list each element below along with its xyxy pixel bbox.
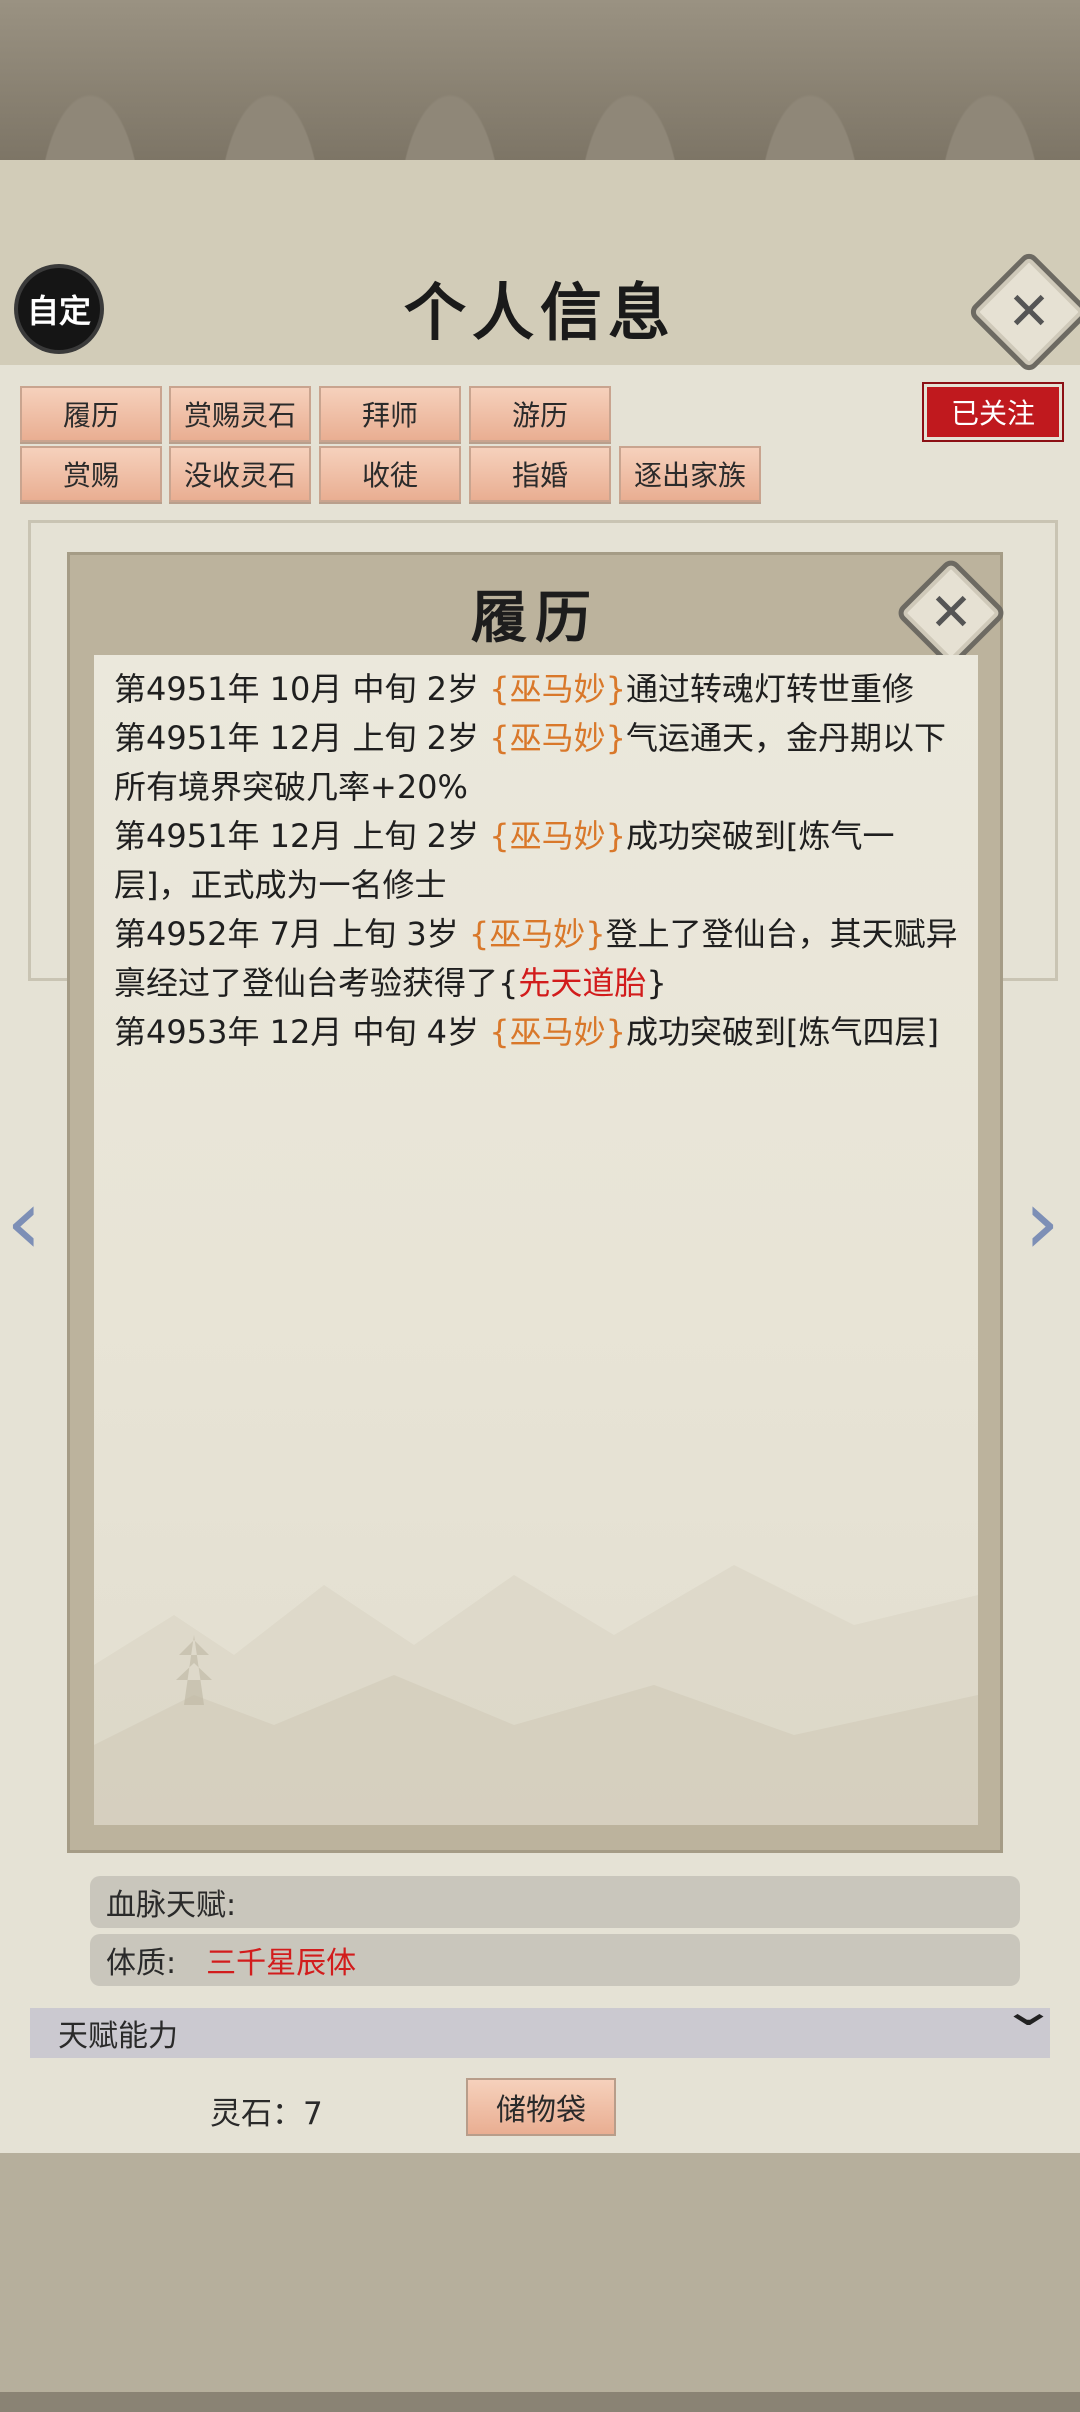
character-name: {巫马妙} [489, 670, 626, 708]
constitution-label: 体质: [106, 1946, 177, 1981]
take-disciple-button[interactable]: 收徒 [319, 446, 461, 502]
talent-section-title: 天赋能力 [58, 2019, 178, 2054]
chevron-down-icon[interactable]: ⌄ [999, 1985, 1058, 2036]
history-modal: 履历 ✕ 第4951年 10月 中旬 2岁 {巫马妙}通过转魂灯转世重修 第49… [70, 555, 1008, 1850]
expel-button[interactable]: 逐出家族 [619, 446, 761, 502]
footer-edge [0, 2392, 1080, 2412]
storage-bag-button[interactable]: 储物袋 [466, 2078, 616, 2136]
history-entry: 第4951年 12月 上旬 2岁 {巫马妙}成功突破到[炼气一层]，正式成为一名… [114, 817, 895, 904]
character-name: {巫马妙} [489, 1013, 626, 1051]
character-name: {巫马妙} [489, 719, 626, 757]
reward-stones-button[interactable]: 赏赐灵石 [169, 386, 311, 442]
footer-band [0, 2153, 1080, 2412]
apprentice-button[interactable]: 拜师 [319, 386, 461, 442]
history-entry: 第4953年 12月 中旬 4岁 {巫马妙}成功突破到[炼气四层] [114, 1013, 939, 1051]
spirit-stones-count: 灵石：7 [210, 2096, 323, 2132]
character-name: {巫马妙} [489, 817, 626, 855]
follow-button[interactable]: 已关注 [922, 382, 1064, 442]
bloodline-talent-label: 血脉天赋: [106, 1888, 237, 1923]
character-name: {巫马妙} [468, 915, 606, 953]
next-arrow-icon[interactable]: › [1024, 1170, 1060, 1275]
resume-button[interactable]: 履历 [20, 386, 162, 442]
constitution-row: 体质: 三千星辰体 [90, 1934, 1020, 1986]
prev-arrow-icon[interactable]: ‹ [6, 1170, 42, 1275]
top-decoration [0, 0, 1080, 166]
history-entry: 第4951年 12月 上旬 2岁 {巫马妙}气运通天，金丹期以下所有境界突破几率… [114, 719, 946, 806]
modal-title: 履历 [471, 585, 599, 651]
history-list: 第4951年 10月 中旬 2岁 {巫马妙}通过转魂灯转世重修 第4951年 1… [114, 665, 958, 1057]
travel-button[interactable]: 游历 [469, 386, 611, 442]
close-icon: ✕ [1007, 282, 1051, 342]
mountain-landscape-illustration [94, 1565, 978, 1825]
close-icon: ✕ [929, 583, 973, 643]
confiscate-stones-button[interactable]: 没收灵石 [169, 446, 311, 502]
history-entry: 第4951年 10月 中旬 2岁 {巫马妙}通过转魂灯转世重修 [114, 670, 914, 708]
history-entry: 第4952年 7月 上旬 3岁 {巫马妙}登上了登仙台，其天赋异禀经过了登仙台考… [114, 915, 958, 1002]
history-content: 第4951年 10月 中旬 2岁 {巫马妙}通过转魂灯转世重修 第4951年 1… [94, 655, 978, 1825]
talent-section-header: 天赋能力 [30, 2008, 1050, 2058]
reward-button[interactable]: 赏赐 [20, 446, 162, 502]
talent-name: 先天道胎 [518, 964, 647, 1002]
bloodline-talent-row: 血脉天赋: [90, 1876, 1020, 1928]
arrange-marriage-button[interactable]: 指婚 [469, 446, 611, 502]
page-title: 个人信息 [403, 276, 676, 349]
constitution-value: 三千星辰体 [206, 1946, 357, 1981]
